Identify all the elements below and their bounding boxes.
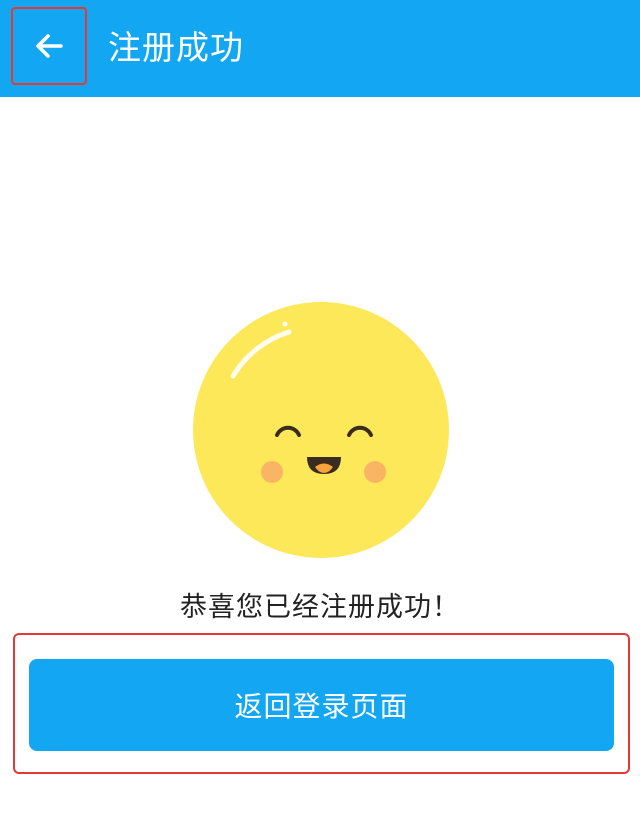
- screen: 注册成功 恭喜您已经注册成功！ 返回登录页面: [0, 0, 640, 826]
- app-bar: 注册成功: [0, 0, 640, 97]
- back-button[interactable]: [11, 7, 87, 85]
- page-title: 注册成功: [108, 28, 244, 67]
- return-to-login-button[interactable]: 返回登录页面: [29, 659, 614, 751]
- success-message: 恭喜您已经注册成功！: [180, 592, 460, 623]
- smiley-face-icon: [193, 302, 449, 558]
- arrow-left-icon: [36, 34, 63, 58]
